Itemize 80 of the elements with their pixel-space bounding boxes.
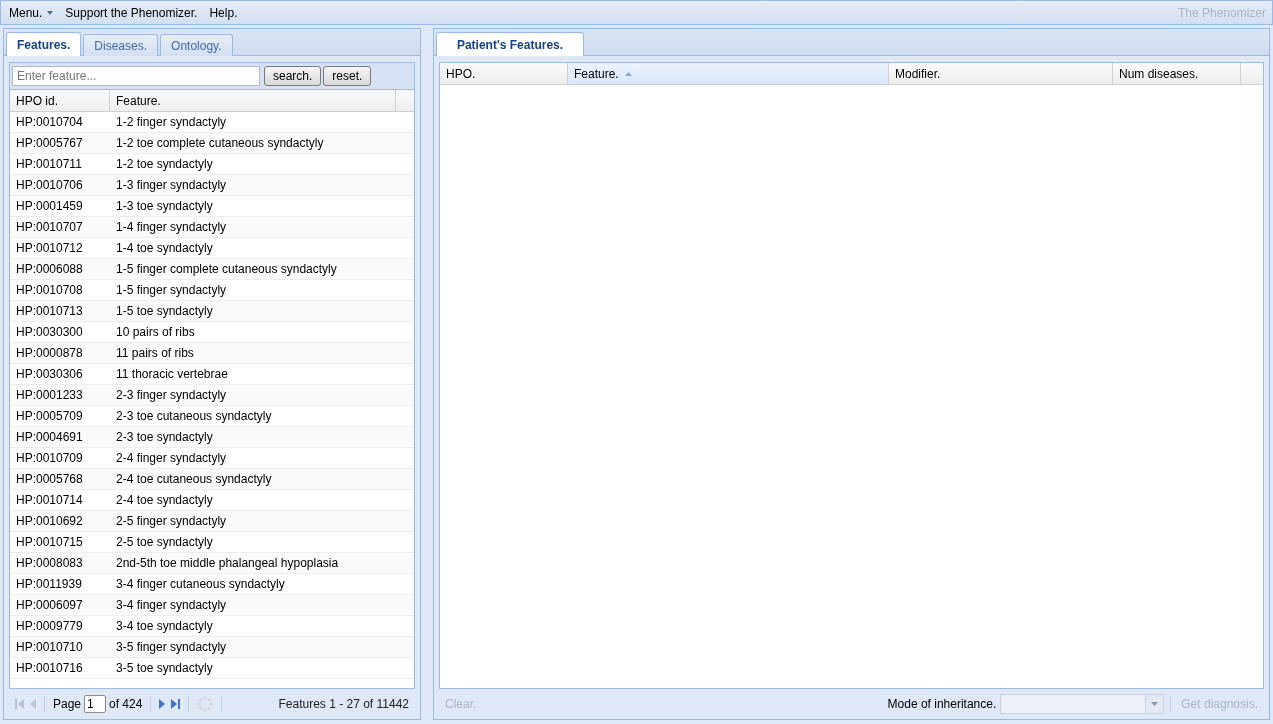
table-cell-text: HP:0010708 <box>15 282 84 299</box>
table-cell-text: HP:0008083 <box>15 555 84 572</box>
sort-ascending-icon <box>624 71 632 76</box>
page-label: Page <box>53 697 82 711</box>
table-cell-text: 1-4 toe syndactyly <box>115 240 214 257</box>
page-total: of 424 <box>109 697 143 711</box>
table-cell-text: 1-2 finger syndactyly <box>115 114 228 131</box>
menu-item[interactable]: Support the Phenomizer. <box>63 5 200 20</box>
table-cell-text: HP:0004691 <box>15 429 84 446</box>
table-cell-text: 11 thoracic vertebrae <box>115 366 229 383</box>
refresh-icon[interactable] <box>197 696 214 712</box>
table-cell-text: 2-4 toe cutaneous syndactyly <box>115 471 273 488</box>
table-cell-text: 3-5 finger syndactyly <box>115 639 228 656</box>
table-cell-text: 3-5 toe syndactyly <box>115 660 214 677</box>
inheritance-label: Mode of inheritance. <box>887 697 997 711</box>
table-cell-text: 1-5 finger syndactyly <box>115 282 228 299</box>
page-field[interactable]: 1 <box>84 695 107 713</box>
search-field[interactable]: Enter feature... <box>12 66 260 86</box>
table-cell-text: HP:0030306 <box>15 366 84 383</box>
table-cell-text: HP:0010709 <box>15 450 84 467</box>
table-cell-text: HP:0030300 <box>15 324 84 341</box>
table-cell-text: 11 pairs of ribs <box>115 345 195 362</box>
table-cell-text: HP:0006097 <box>15 597 84 614</box>
table-cell-text: HP:0010713 <box>15 303 84 320</box>
table-cell-text: 1-5 toe syndactyly <box>115 303 214 320</box>
table-cell-text: 1-3 toe syndactyly <box>115 198 214 215</box>
table-cell-text: 1-3 finger syndactyly <box>115 177 228 194</box>
table-cell-text: HP:0010715 <box>15 534 84 551</box>
tab[interactable]: Diseases. <box>83 34 159 56</box>
table-cell-text: HP:0000878 <box>15 345 84 362</box>
table-cell-text: 10 pairs of ribs <box>115 324 196 341</box>
table-cell-text: HP:0010712 <box>15 240 84 257</box>
table-cell-text: HP:0005767 <box>15 135 84 152</box>
table-cell-text: HP:0010711 <box>15 156 83 173</box>
column-header[interactable]: Feature. <box>110 90 396 111</box>
table-cell-text: 3-4 finger cutaneous syndactyly <box>115 576 286 593</box>
tab[interactable]: Features. <box>6 32 82 56</box>
record-count: Features 1 - 27 of 11442 <box>278 697 409 711</box>
table-cell-text: HP:0006088 <box>15 261 84 278</box>
table-cell-text: HP:0009779 <box>15 618 84 635</box>
table-cell-text: 1-4 finger syndactyly <box>115 219 228 236</box>
column-header[interactable]: Num diseases. <box>1113 63 1241 84</box>
table-cell-text: 2-3 finger syndactyly <box>115 387 228 404</box>
table-cell-text: 2-3 toe syndactyly <box>115 429 214 446</box>
table-cell-text: 3-4 finger syndactyly <box>115 597 228 614</box>
table-cell-text: 2nd-5th toe middle phalangeal hypoplasia <box>115 555 340 572</box>
chevron-down-icon <box>1151 702 1159 706</box>
table-cell-text: 2-4 toe syndactyly <box>115 492 214 509</box>
table-cell-text: HP:0010714 <box>15 492 84 509</box>
table-cell-text: 1-5 finger complete cutaneous syndactyly <box>115 261 338 278</box>
tab[interactable]: Ontology. <box>160 34 233 56</box>
table-cell-text: 2-5 finger syndactyly <box>115 513 228 530</box>
table-cell-text: HP:0010704 <box>15 114 84 131</box>
inheritance-dropdown[interactable] <box>1000 694 1165 714</box>
table-cell-text: HP:0005709 <box>15 408 84 425</box>
table-cell-text: HP:0010710 <box>15 639 84 656</box>
table-cell-text: 2-3 toe cutaneous syndactyly <box>115 408 273 425</box>
search-button[interactable]: reset. <box>323 66 372 86</box>
table-cell-text: HP:0010716 <box>15 660 84 677</box>
table-cell-text: HP:0011939 <box>15 576 83 593</box>
table-cell-text: 2-5 toe syndactyly <box>115 534 214 551</box>
table-cell-text: HP:0001233 <box>15 387 84 404</box>
menu-item[interactable]: Help. <box>207 5 240 20</box>
column-header[interactable]: Modifier. <box>889 63 1113 84</box>
table-cell-text: 1-2 toe syndactyly <box>115 156 214 173</box>
search-button[interactable]: search. <box>264 66 322 86</box>
last-page-icon[interactable] <box>171 699 181 709</box>
tab[interactable]: Patient's Features. <box>436 32 584 56</box>
table-cell-text: 3-4 toe syndactyly <box>115 618 214 635</box>
table-cell-text: 2-4 finger syndactyly <box>115 450 228 467</box>
table-cell-text: HP:0001459 <box>15 198 84 215</box>
table-cell-text: HP:0010707 <box>15 219 84 236</box>
column-header[interactable]: HPO id. <box>10 90 110 111</box>
table-cell-text: HP:0010692 <box>15 513 84 530</box>
table-cell-text: 1-2 toe complete cutaneous syndactyly <box>115 135 325 152</box>
menu-item[interactable]: Menu. <box>7 5 56 20</box>
column-header[interactable]: Feature. <box>568 63 889 84</box>
table-cell-text: HP:0010706 <box>15 177 84 194</box>
next-page-icon[interactable] <box>159 699 166 709</box>
table-cell-text: HP:0005768 <box>15 471 84 488</box>
